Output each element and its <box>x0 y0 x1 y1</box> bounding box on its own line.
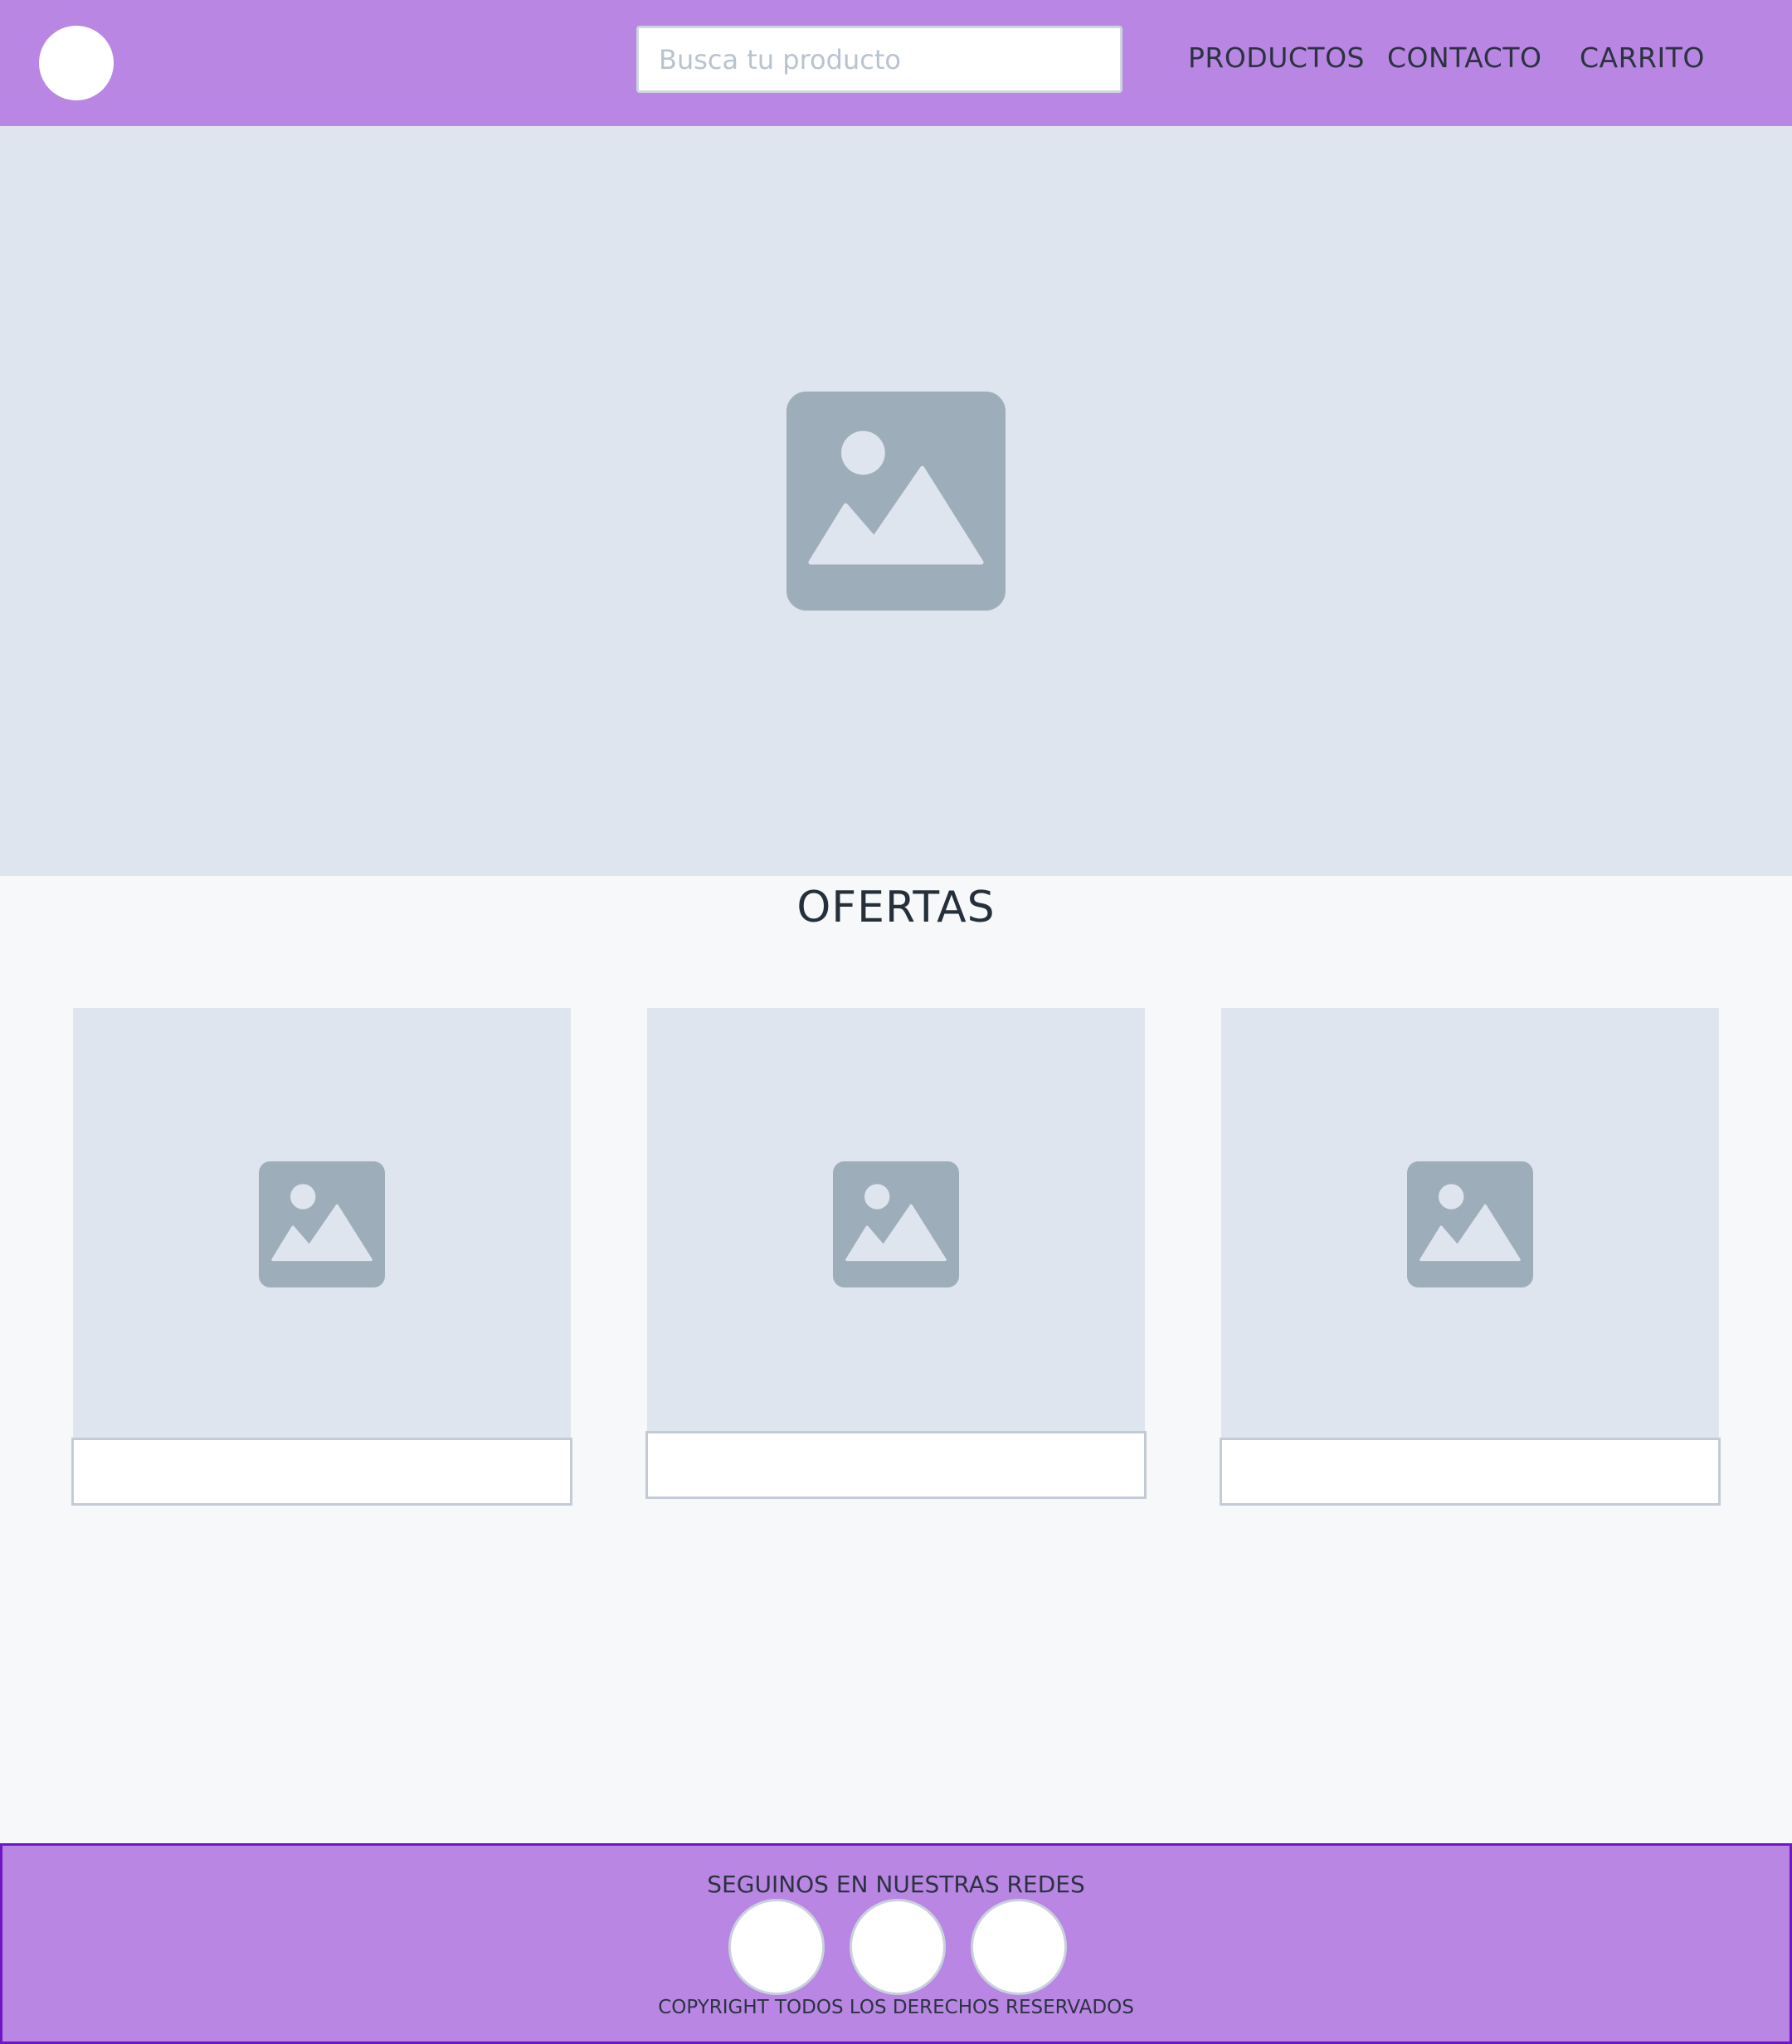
nav-contacto[interactable]: CONTACTO <box>1387 41 1541 74</box>
image-placeholder-icon <box>1407 1161 1533 1287</box>
image-placeholder-icon <box>259 1161 385 1287</box>
social-link[interactable] <box>728 1899 825 1995</box>
offer-card-image[interactable] <box>73 1008 571 1439</box>
site-header: PRODUCTOS CONTACTO CARRITO <box>0 0 1792 126</box>
offer-card-caption <box>71 1438 572 1506</box>
hero-banner <box>0 126 1792 876</box>
nav-carrito[interactable]: CARRITO <box>1580 41 1705 74</box>
search-input[interactable] <box>636 26 1122 93</box>
logo[interactable] <box>39 26 114 100</box>
image-placeholder-icon <box>786 392 1006 611</box>
site-footer: SEGUINOS EN NUESTRAS REDES COPYRIGHT TOD… <box>0 1843 1792 2044</box>
offers-title: OFERTAS <box>796 883 996 932</box>
footer-social-title: SEGUINOS EN NUESTRAS REDES <box>707 1871 1085 1898</box>
offer-card-caption <box>1220 1438 1721 1506</box>
offer-card-caption <box>645 1431 1147 1499</box>
social-link[interactable] <box>971 1899 1067 1995</box>
offer-card-image[interactable] <box>1221 1008 1719 1439</box>
offer-card-image[interactable] <box>647 1008 1145 1439</box>
social-link[interactable] <box>850 1899 946 1995</box>
copyright-text: COPYRIGHT TODOS LOS DERECHOS RESERVADOS <box>658 1997 1134 2018</box>
image-placeholder-icon <box>833 1161 959 1287</box>
nav-productos[interactable]: PRODUCTOS <box>1188 41 1365 74</box>
